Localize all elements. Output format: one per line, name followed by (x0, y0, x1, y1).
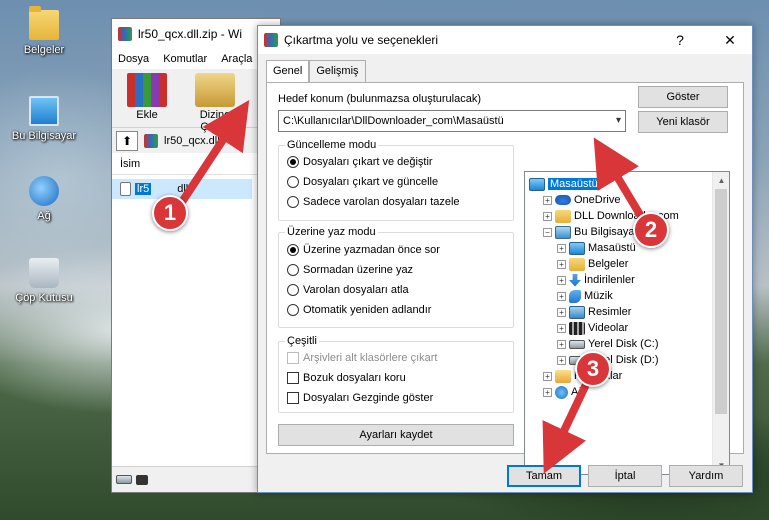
annotation-arrows (174, 99, 652, 474)
arrow-3 (542, 372, 594, 474)
annotation-marker-2: 2 (633, 212, 669, 248)
annotation-marker-3: 3 (575, 351, 611, 387)
annotation-marker-1: 1 (152, 195, 188, 231)
arrow-1 (174, 99, 250, 212)
